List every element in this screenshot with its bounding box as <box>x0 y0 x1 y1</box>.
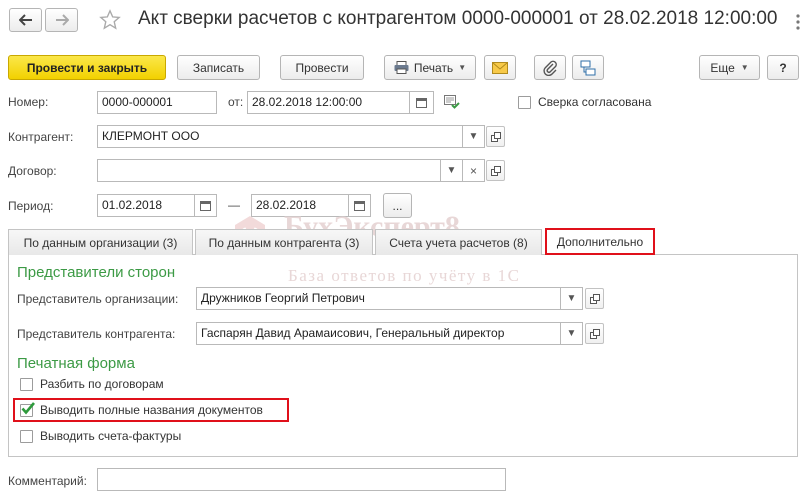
date-label: от: <box>228 95 244 109</box>
structure-button[interactable] <box>572 55 604 80</box>
contract-open-button[interactable] <box>486 160 505 181</box>
open-icon <box>589 293 600 304</box>
arrow-left-icon <box>18 14 32 26</box>
counterparty-field[interactable]: КЛЕРМОНТ ООО <box>97 125 463 148</box>
counterparty-representative-label: Представитель контрагента: <box>17 327 176 341</box>
print-label: Печать <box>413 60 454 75</box>
counterparty-label: Контрагент: <box>8 130 74 144</box>
calendar-icon <box>416 98 427 108</box>
chevron-down-icon: ▼ <box>740 63 749 72</box>
more-label: Еще <box>710 60 735 75</box>
envelope-icon <box>492 61 508 74</box>
open-icon <box>490 131 501 142</box>
tab-additional[interactable]: Дополнительно <box>545 228 655 255</box>
split-by-contracts-checkbox[interactable] <box>20 378 33 391</box>
tab-organization-data[interactable]: По данным организации (3) <box>8 229 193 255</box>
number-label: Номер: <box>8 95 49 109</box>
document-status-icon[interactable] <box>444 95 460 112</box>
post-button[interactable]: Провести <box>280 55 364 80</box>
counterparty-representative-dropdown-button[interactable]: ▼ <box>561 322 583 345</box>
org-representative-dropdown-button[interactable]: ▼ <box>561 287 583 310</box>
structure-icon <box>580 60 596 75</box>
comment-label: Комментарий: <box>8 474 87 488</box>
counterparty-representative-field[interactable]: Гаспарян Давид Арамаисович, Генеральный … <box>196 322 561 345</box>
calendar-icon <box>200 201 211 211</box>
print-button[interactable]: Печать ▼ <box>384 55 476 80</box>
window-menu-icon[interactable] <box>796 14 800 33</box>
contract-label: Договор: <box>8 164 57 178</box>
representatives-heading: Представители сторон <box>17 264 176 281</box>
org-representative-field[interactable]: Дружников Георгий Петрович <box>196 287 561 310</box>
counterparty-representative-open-button[interactable] <box>585 323 604 344</box>
window-title: Акт сверки расчетов с контрагентом 0000-… <box>138 8 778 29</box>
checkmark-icon <box>20 400 36 419</box>
date-field[interactable]: 28.02.2018 12:00:00 <box>247 91 410 114</box>
contract-clear-button[interactable]: × <box>463 159 485 182</box>
post-and-close-button[interactable]: Провести и закрыть <box>8 55 166 80</box>
email-button[interactable] <box>484 55 516 80</box>
full-document-names-label: Выводить полные названия документов <box>40 403 263 417</box>
tab-settlement-accounts[interactable]: Счета учета расчетов (8) <box>375 229 542 255</box>
tab-counterparty-data[interactable]: По данным контрагента (3) <box>195 229 373 255</box>
printer-icon <box>394 61 409 74</box>
reconciliation-agreed-checkbox[interactable] <box>518 96 531 109</box>
open-icon <box>589 328 600 339</box>
period-label: Период: <box>8 199 54 213</box>
print-form-heading: Печатная форма <box>17 355 135 372</box>
save-button[interactable]: Записать <box>177 55 260 80</box>
period-from-calendar-button[interactable] <box>195 194 217 217</box>
split-by-contracts-label: Разбить по договорам <box>40 377 164 391</box>
arrow-right-icon <box>55 14 69 26</box>
contract-field[interactable] <box>97 159 441 182</box>
reconciliation-agreed-label: Сверка согласована <box>538 95 652 109</box>
attach-button[interactable] <box>534 55 566 80</box>
output-invoices-label: Выводить счета-фактуры <box>40 429 182 443</box>
output-invoices-checkbox[interactable] <box>20 430 33 443</box>
open-icon <box>490 165 501 176</box>
forward-button[interactable] <box>45 8 78 32</box>
paperclip-icon <box>543 60 557 76</box>
chevron-down-icon: ▼ <box>458 63 467 72</box>
number-field[interactable]: 0000-000001 <box>97 91 217 114</box>
contract-dropdown-button[interactable]: ▼ <box>441 159 463 182</box>
counterparty-open-button[interactable] <box>486 126 505 147</box>
more-button[interactable]: Еще ▼ <box>699 55 760 80</box>
period-dash: — <box>228 198 240 212</box>
help-button[interactable]: ? <box>767 55 799 80</box>
org-representative-open-button[interactable] <box>585 288 604 309</box>
calendar-button[interactable] <box>410 91 434 114</box>
comment-field[interactable] <box>97 468 506 491</box>
period-from-field[interactable]: 01.02.2018 <box>97 194 195 217</box>
org-representative-label: Представитель организации: <box>17 292 179 306</box>
back-button[interactable] <box>9 8 42 32</box>
favorite-star-icon[interactable] <box>99 9 121 34</box>
counterparty-dropdown-button[interactable]: ▼ <box>463 125 485 148</box>
